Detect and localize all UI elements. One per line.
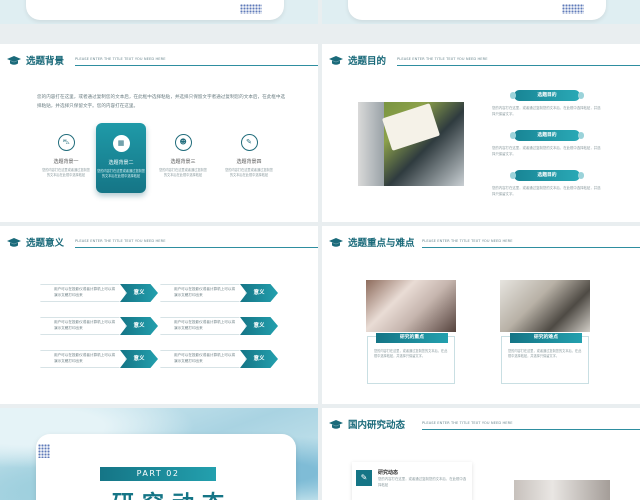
card-label: 研究的难点 (510, 333, 582, 343)
slide-subtitle: PLEASE ENTER THE TITLE TEXT YOU NEED HER… (397, 57, 488, 61)
card-text: 您的内容打在这里，或者通过复制您的文本后，在此框中选择粘贴，并选择只保留文字。 (508, 349, 582, 359)
slide-header: 选题意义 PLEASE ENTER THE TITLE TEXT YOU NEE… (0, 226, 318, 256)
slide-subtitle: PLEASE ENTER THE TITLE TEXT YOU NEED HER… (422, 239, 513, 243)
item-desc: 您的内容打在这里或者通过复制您的文本后在此框中选择粘贴 (97, 169, 145, 178)
goal-label: 选题目的 (510, 90, 584, 101)
reading-photo (358, 102, 464, 186)
slide-header: 选题背景 PLEASE ENTER THE TITLE TEXT YOU NEE… (0, 44, 318, 74)
item-desc: 您的内容打在这里或者通过复制您的文本后在此框中选择粘贴 (159, 168, 207, 177)
slide-subtitle: PLEASE ENTER THE TITLE TEXT YOU NEED HER… (75, 57, 166, 61)
slide-partial-top-right[interactable] (322, 0, 640, 24)
item-icon-circle: ▦ (112, 135, 130, 152)
dot-pattern-icon (38, 444, 50, 458)
significance-text: 用户可以在投影仪或者计算机上可以将演示文稿打印出来 (174, 320, 236, 330)
section-title: 研究动态 (112, 486, 232, 500)
slide-title: 选题背景 (26, 56, 65, 67)
goal-label: 选题目的 (510, 170, 584, 181)
slide-title: 选题意义 (26, 238, 65, 249)
significance-text: 用户可以在投影仪或者计算机上可以将演示文稿打印出来 (174, 353, 236, 363)
goal-text: 您的内容打在这里，或者通过复制您的文本后，在此框中选择粘贴，并选择只保留文字。 (492, 186, 601, 196)
item-icon-circle: ⛍ (57, 134, 75, 151)
laptop-study-photo (500, 280, 590, 332)
significance-item-1[interactable]: 用户可以在投影仪或者计算机上可以将演示文稿打印出来 意义 (40, 284, 158, 302)
key-point-card[interactable]: 研究的重点 您的内容打在这里，或者通过复制您的文本后，在此框中选择粘贴，并选择只… (367, 333, 455, 384)
slide-key-points-difficulties[interactable]: 选题重点与难点 PLEASE ENTER THE TITLE TEXT YOU … (322, 226, 640, 404)
graduation-cap-icon (7, 238, 21, 247)
goal-item-1[interactable]: 选题目的 您的内容打在这里，或者通过复制您的文本后，在此框中选择粘贴，并选择只保… (492, 90, 602, 117)
significance-text: 用户可以在投影仪或者计算机上可以将演示文稿打印出来 (54, 320, 116, 330)
pin-icon: ✎ (246, 138, 252, 146)
item-icon-circle: ☻ (174, 134, 192, 151)
item-desc: 您的内容打在这里或者通过复制您的文本后在此框中选择粘贴 (42, 168, 90, 177)
significance-text: 用户可以在投影仪或者计算机上可以将演示文稿打印出来 (54, 353, 116, 363)
research-card[interactable]: ✎ 研究动态 您的内容打在这里，或者通过复制您的文本后，在此框中选择粘贴 (352, 462, 472, 500)
slide-header: 选题目的 PLEASE ENTER THE TITLE TEXT YOU NEE… (322, 44, 640, 74)
slide-topic-background[interactable]: 选题背景 PLEASE ENTER THE TITLE TEXT YOU NEE… (0, 44, 318, 222)
slide-subtitle: PLEASE ENTER THE TITLE TEXT YOU NEED HER… (422, 421, 513, 425)
item-label: 选题背景一 (53, 159, 79, 165)
header-rule (75, 65, 318, 66)
goal-item-2[interactable]: 选题目的 您的内容打在这里，或者通过复制您的文本后，在此框中选择粘贴，并选择只保… (492, 130, 602, 157)
header-rule (422, 429, 640, 430)
header-rule (75, 247, 318, 248)
dot-pattern-icon (562, 4, 584, 14)
graduation-cap-icon (7, 56, 21, 65)
goal-label: 选题目的 (510, 130, 584, 141)
goal-text: 您的内容打在这里，或者通过复制您的文本后，在此框中选择粘贴，并选择只保留文字。 (492, 106, 601, 116)
slide-title: 选题目的 (348, 56, 387, 67)
slide-topic-significance[interactable]: 选题意义 PLEASE ENTER THE TITLE TEXT YOU NEE… (0, 226, 318, 404)
car-icon: ⛍ (62, 138, 70, 146)
grid-icon: ▦ (117, 139, 125, 147)
goal-text: 您的内容打在这里，或者通过复制您的文本后，在此框中选择粘贴，并选择只保留文字。 (492, 146, 601, 156)
research-card-title: 研究动态 (378, 470, 399, 476)
research-photo (514, 480, 610, 500)
item-label: 选题背景四 (236, 159, 262, 165)
graduation-cap-icon (329, 420, 343, 429)
slide-domestic-research[interactable]: 国内研究动态 PLEASE ENTER THE TITLE TEXT YOU N… (322, 408, 640, 500)
background-item-3[interactable]: ☻ 选题背景三 您的内容打在这里或者通过复制您的文本后在此框中选择粘贴 (158, 124, 208, 178)
graduation-cap-icon (329, 56, 343, 65)
slide-header: 选题重点与难点 PLEASE ENTER THE TITLE TEXT YOU … (322, 226, 640, 256)
background-item-4[interactable]: ✎ 选题背景四 您的内容打在这里或者通过复制您的文本后在此框中选择粘贴 (224, 124, 274, 178)
significance-text: 用户可以在投影仪或者计算机上可以将演示文稿打印出来 (174, 287, 236, 297)
significance-item-4[interactable]: 用户可以在投影仪或者计算机上可以将演示文稿打印出来 意义 (160, 317, 278, 335)
background-item-2-highlight[interactable]: ▦ 选题背景二 您的内容打在这里或者通过复制您的文本后在此框中选择粘贴 (96, 123, 146, 193)
edit-icon: ✎ (356, 470, 372, 486)
dot-pattern-icon (240, 4, 262, 14)
item-desc: 您的内容打在这里或者通过复制您的文本后在此框中选择粘贴 (225, 168, 273, 177)
slide-title: 选题重点与难点 (348, 238, 415, 249)
slide-topic-purpose[interactable]: 选题目的 PLEASE ENTER THE TITLE TEXT YOU NEE… (322, 44, 640, 222)
photo-detail (358, 102, 384, 186)
slide-header: 国内研究动态 PLEASE ENTER THE TITLE TEXT YOU N… (322, 408, 640, 438)
part-label: PART 02 (100, 467, 216, 481)
research-card-text: 您的内容打在这里，或者通过复制您的文本后，在此框中选择粘贴 (378, 477, 467, 487)
slide-title: 国内研究动态 (348, 420, 406, 431)
significance-text: 用户可以在投影仪或者计算机上可以将演示文稿打印出来 (54, 287, 116, 297)
item-icon-circle: ✎ (240, 134, 258, 151)
graduation-cap-icon (329, 238, 343, 247)
user-icon: ☻ (179, 138, 187, 146)
significance-item-2[interactable]: 用户可以在投影仪或者计算机上可以将演示文稿打印出来 意义 (160, 284, 278, 302)
background-item-1[interactable]: ⛍ 选题背景一 您的内容打在这里或者通过复制您的文本后在此框中选择粘贴 (41, 124, 91, 178)
goal-item-3[interactable]: 选题目的 您的内容打在这里，或者通过复制您的文本后，在此框中选择粘贴，并选择只保… (492, 170, 602, 197)
slide-part-02-cover[interactable]: PART 02 研究动态 (0, 408, 318, 500)
header-rule (422, 247, 640, 248)
header-rule (397, 65, 640, 66)
photo-book (381, 103, 441, 151)
significance-item-3[interactable]: 用户可以在投影仪或者计算机上可以将演示文稿打印出来 意义 (40, 317, 158, 335)
significance-item-6[interactable]: 用户可以在投影仪或者计算机上可以将演示文稿打印出来 意义 (160, 350, 278, 368)
slide-partial-top-left[interactable] (0, 0, 318, 24)
item-label: 选题背景三 (170, 159, 196, 165)
intro-paragraph: 您的内容打在这里，或者通过复制您的文本后，在此框中选择粘贴，并选择只保留文字者通… (37, 95, 286, 109)
difficulty-card[interactable]: 研究的难点 您的内容打在这里，或者通过复制您的文本后，在此框中选择粘贴，并选择只… (501, 333, 589, 384)
significance-item-5[interactable]: 用户可以在投影仪或者计算机上可以将演示文稿打印出来 意义 (40, 350, 158, 368)
card-text: 您的内容打在这里，或者通过复制您的文本后，在此框中选择粘贴，并选择只保留文字。 (374, 349, 448, 359)
students-cheering-photo (366, 280, 456, 332)
item-label: 选题背景二 (108, 160, 134, 166)
card-label: 研究的重点 (376, 333, 448, 343)
slide-subtitle: PLEASE ENTER THE TITLE TEXT YOU NEED HER… (75, 239, 166, 243)
